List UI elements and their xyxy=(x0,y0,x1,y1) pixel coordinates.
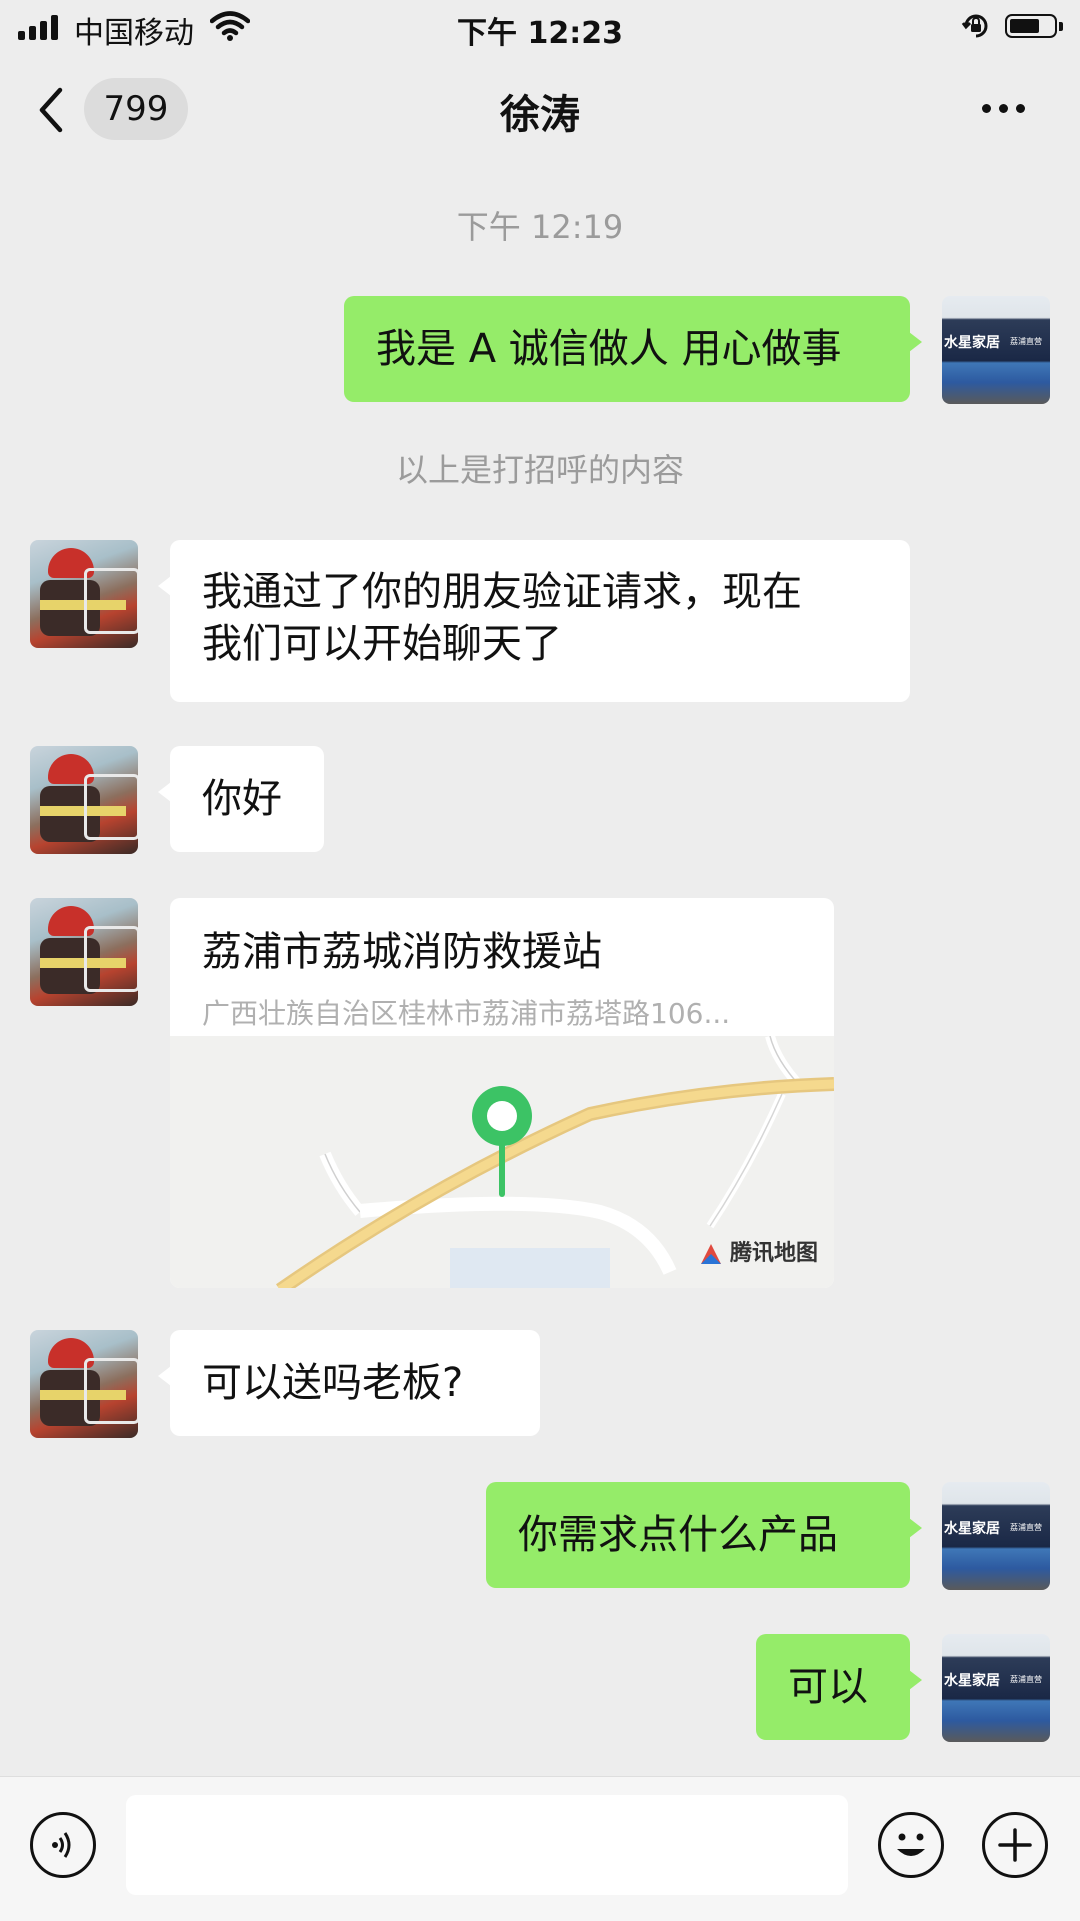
their-message-bubble[interactable]: 可以送吗老板? xyxy=(158,1330,540,1436)
status-bar: 中国移动 下午 12:23 xyxy=(0,0,1080,60)
my-message-bubble[interactable]: 你需求点什么产品 xyxy=(486,1482,922,1588)
location-title: 荔浦市荔城消防救援站 xyxy=(202,929,602,975)
map-brand: 腾讯地图 xyxy=(698,1228,818,1280)
avatar-sign-sub: 荔浦直营 xyxy=(1010,1523,1042,1532)
their-message-bubble[interactable]: 你好 xyxy=(158,746,324,852)
location-address: 广西壮族自治区桂林市荔浦市荔塔路106... xyxy=(202,997,731,1030)
their-message-bubble[interactable]: 我通过了你的朋友验证请求，现在 我们可以开始聊天了 xyxy=(158,540,910,702)
avatar-sign-text: 水星家居 xyxy=(944,335,1000,351)
avatar-sign-sub: 荔浦直营 xyxy=(1010,337,1042,346)
message-timestamp: 下午 12:19 xyxy=(456,208,624,246)
chat-header: 799 徐涛 xyxy=(0,60,1080,160)
rotation-lock-icon xyxy=(961,14,988,38)
avatar-sign-text: 水星家居 xyxy=(944,1521,1000,1537)
battery-icon xyxy=(1005,14,1063,38)
message-input[interactable] xyxy=(126,1795,848,1895)
emoji-icon[interactable] xyxy=(878,1812,944,1878)
map-brand-label: 腾讯地图 xyxy=(729,1241,818,1266)
contact-avatar[interactable] xyxy=(30,1330,138,1438)
location-card[interactable]: 荔浦市荔城消防救援站 广西壮族自治区桂林市荔浦市荔塔路106... 腾讯地图 xyxy=(170,898,834,1288)
chat-title: 徐涛 xyxy=(500,92,580,138)
my-avatar[interactable]: 水星家居 荔浦直营 xyxy=(942,1634,1050,1742)
my-avatar[interactable]: 水星家居 荔浦直营 xyxy=(942,296,1050,404)
my-avatar[interactable]: 水星家居 荔浦直营 xyxy=(942,1482,1050,1590)
contact-avatar[interactable] xyxy=(30,746,138,854)
avatar-sign-text: 水星家居 xyxy=(944,1673,1000,1689)
voice-icon[interactable] xyxy=(30,1812,96,1878)
contact-avatar[interactable] xyxy=(30,898,138,1006)
my-message-bubble[interactable]: 可以 xyxy=(756,1634,922,1740)
plus-icon[interactable] xyxy=(982,1812,1048,1878)
avatar-sign-sub: 荔浦直营 xyxy=(1010,1675,1042,1684)
location-map[interactable]: 腾讯地图 xyxy=(170,1036,834,1288)
system-note: 以上是打招呼的内容 xyxy=(395,451,684,489)
my-message-bubble[interactable]: 我是 A 诚信做人 用心做事 xyxy=(344,296,922,402)
map-pin-icon xyxy=(472,1086,532,1197)
input-bar xyxy=(0,1776,1080,1921)
status-time: 下午 12:23 xyxy=(457,16,623,51)
more-icon[interactable] xyxy=(982,104,1025,113)
message-line: 我通过了你的朋友验证请求，现在 xyxy=(202,569,802,615)
tencent-map-logo-icon xyxy=(700,1244,721,1264)
contact-avatar[interactable] xyxy=(30,540,138,648)
message-line: 我们可以开始聊天了 xyxy=(202,621,562,667)
